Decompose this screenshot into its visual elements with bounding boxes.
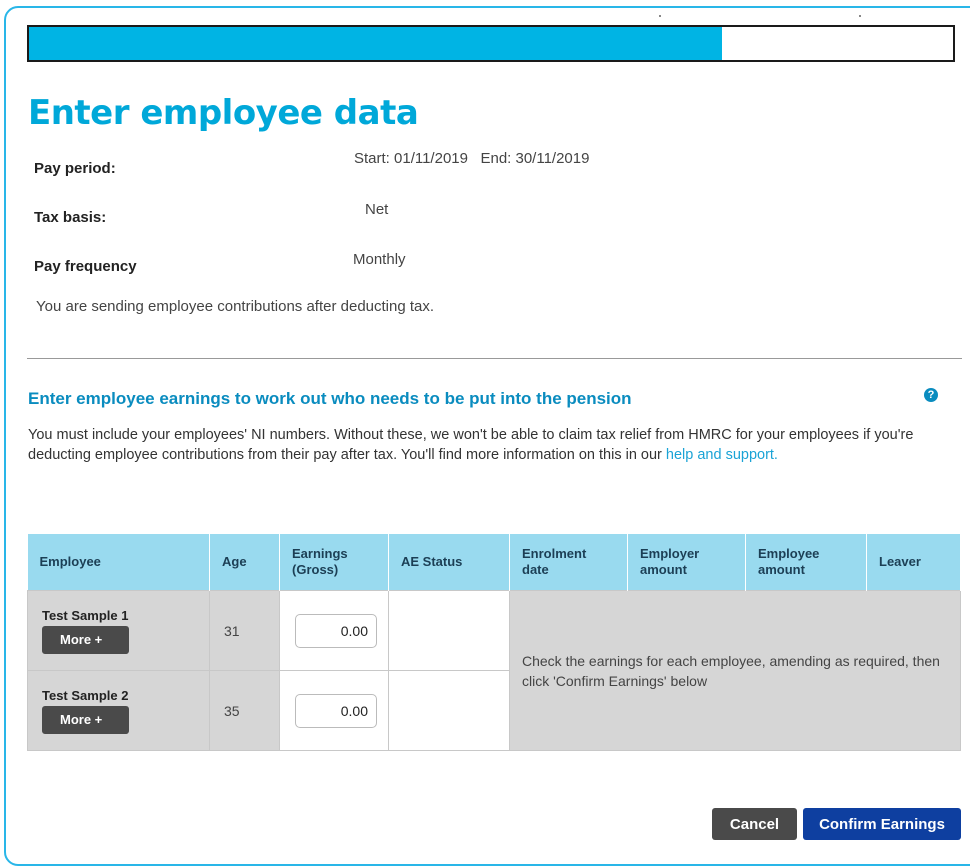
divider <box>27 358 962 359</box>
cancel-button[interactable]: Cancel <box>712 808 797 840</box>
page-title: Enter employee data <box>28 93 419 133</box>
header-ae-status: AE Status <box>388 534 510 591</box>
header-leaver: Leaver <box>866 534 961 591</box>
section-title: Enter employee earnings to work out who … <box>28 389 632 408</box>
earnings-input[interactable] <box>295 613 377 648</box>
pay-frequency-value: Monthly <box>353 251 406 268</box>
table-row: Test Sample 1 More + 31 Check the earnin… <box>27 590 961 751</box>
confirm-message: Check the earnings for each employee, am… <box>509 590 961 751</box>
tick-mark <box>859 15 861 17</box>
employee-table: Employee Age Earnings (Gross) AE Status … <box>27 534 961 751</box>
employee-name: Test Sample 2 <box>42 687 129 703</box>
earnings-input[interactable] <box>295 693 377 728</box>
pay-period-value: Start: 01/11/2019 End: 30/11/2019 <box>354 150 590 167</box>
progress-fill <box>29 27 722 60</box>
tick-mark <box>659 15 661 17</box>
header-earnings: Earnings (Gross) <box>279 534 389 591</box>
ae-status-cell <box>388 670 510 751</box>
ae-status-cell <box>388 590 510 671</box>
confirm-earnings-button[interactable]: Confirm Earnings <box>803 808 961 840</box>
header-enrolment-date: Enrolment date <box>509 534 628 591</box>
help-and-support-link[interactable]: help and support. <box>666 447 778 463</box>
employee-cell: Test Sample 2 More + <box>27 670 210 751</box>
earnings-cell <box>279 670 389 751</box>
question-circle-icon[interactable]: ? <box>924 388 938 402</box>
tax-basis-value: Net <box>365 201 389 218</box>
age-cell: 35 <box>209 670 280 751</box>
more-button[interactable]: More + <box>42 625 129 654</box>
more-button[interactable]: More + <box>42 705 129 734</box>
progress-bar <box>27 25 955 62</box>
header-age: Age <box>209 534 280 591</box>
ni-info-paragraph: You must include your employees' NI numb… <box>28 425 953 465</box>
earnings-cell <box>279 590 389 671</box>
pay-period-label: Pay period: <box>34 160 116 177</box>
pay-frequency-label: Pay frequency <box>34 258 137 275</box>
age-cell: 31 <box>209 590 280 671</box>
employee-name: Test Sample 1 <box>42 607 129 623</box>
header-employee: Employee <box>27 534 210 591</box>
employee-cell: Test Sample 1 More + <box>27 590 210 671</box>
ni-info-text: You must include your employees' NI numb… <box>28 427 914 463</box>
header-employee-amount: Employee amount <box>745 534 867 591</box>
tax-basis-label: Tax basis: <box>34 209 107 226</box>
header-employer-amount: Employer amount <box>627 534 746 591</box>
contribution-note: You are sending employee contributions a… <box>36 298 435 315</box>
table-header-row: Employee Age Earnings (Gross) AE Status … <box>27 534 961 591</box>
